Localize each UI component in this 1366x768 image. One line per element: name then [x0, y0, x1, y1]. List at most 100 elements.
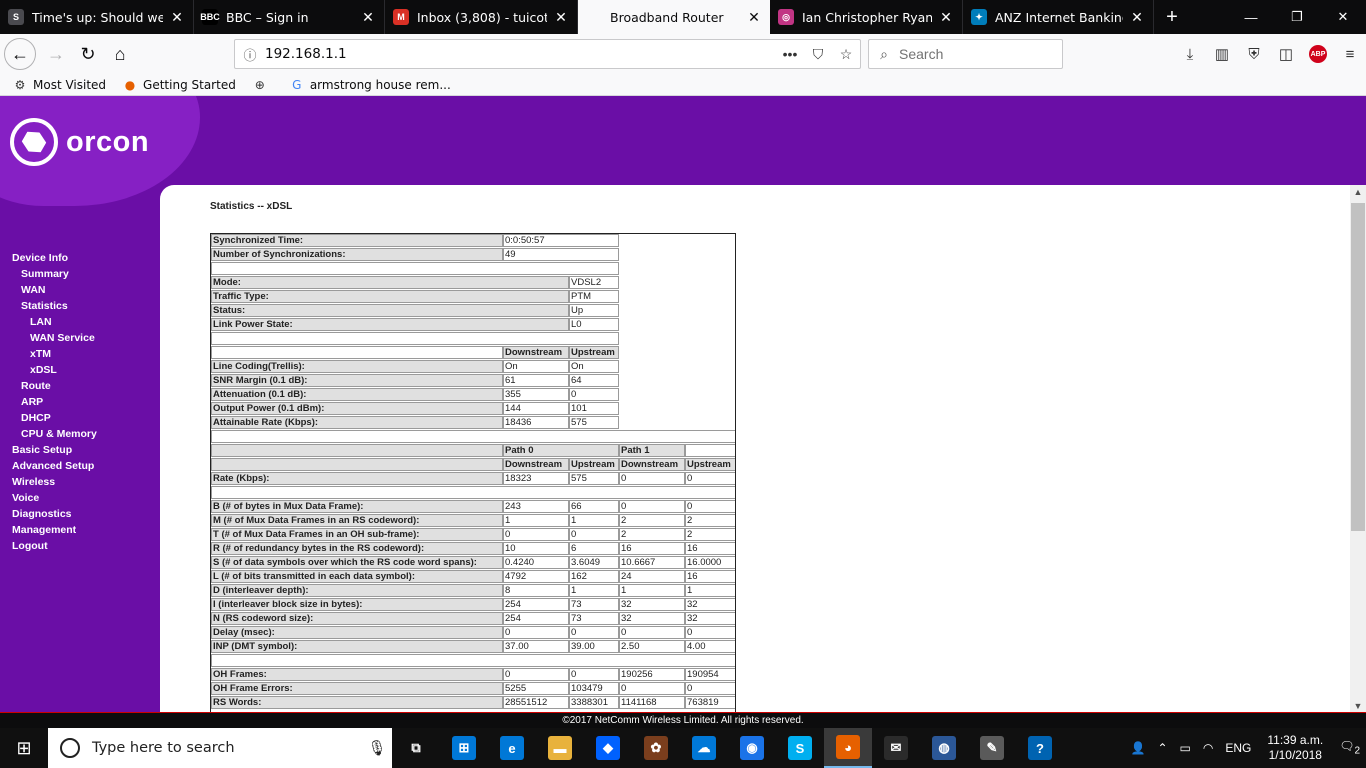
menu-item-cpu-memory[interactable]: CPU & Memory	[12, 426, 152, 442]
taskbar-app[interactable]: e	[488, 728, 536, 768]
microphone-icon[interactable]: 🎙	[362, 739, 392, 757]
bookmark-item[interactable]: Garmstrong house rem...	[289, 77, 451, 93]
browser-tab[interactable]: S Time's up: Should we end ✕	[0, 0, 194, 34]
taskbar-app[interactable]: ▬	[536, 728, 584, 768]
browser-tab[interactable]: Broadband Router ✕	[578, 0, 770, 34]
menu-item-advanced-setup[interactable]: Advanced Setup	[12, 458, 152, 474]
menu-item-voice[interactable]: Voice	[12, 490, 152, 506]
column-header: Downstream	[619, 458, 685, 471]
menu-item-wan[interactable]: WAN	[12, 282, 152, 298]
menu-item-wireless[interactable]: Wireless	[12, 474, 152, 490]
taskbar-app[interactable]: ✿	[632, 728, 680, 768]
menu-item-basic-setup[interactable]: Basic Setup	[12, 442, 152, 458]
scroll-down-icon[interactable]: ▼	[1350, 699, 1366, 713]
menu-item-xtm[interactable]: xTM	[12, 346, 152, 362]
taskbar-app[interactable]: ✉	[872, 728, 920, 768]
bookmark-item[interactable]: ● Getting Started	[122, 77, 236, 93]
browser-tab[interactable]: ◎ Ian Christopher Ryan (@ ✕	[770, 0, 963, 34]
bookmark-star-icon[interactable]: ☆	[832, 46, 860, 63]
taskbar-app[interactable]: S	[776, 728, 824, 768]
stat-value: 1	[569, 584, 619, 597]
menu-item-route[interactable]: Route	[12, 378, 152, 394]
home-button[interactable]: ⌂	[104, 38, 136, 70]
people-icon[interactable]: 👤	[1125, 741, 1152, 755]
reload-button[interactable]: ↻	[72, 38, 104, 70]
menu-item-diagnostics[interactable]: Diagnostics	[12, 506, 152, 522]
url-bar[interactable]: ⓘ 192.168.1.1 ••• ⛉ ☆	[234, 39, 861, 69]
tab-close-icon[interactable]: ✕	[1129, 9, 1145, 26]
stat-label: N (RS codeword size):	[211, 612, 503, 625]
bookmark-item[interactable]: ⊕	[252, 77, 273, 93]
adblock-icon[interactable]: ABP	[1309, 45, 1327, 63]
tab-close-icon[interactable]: ✕	[938, 9, 954, 26]
battery-icon[interactable]: ▭	[1174, 741, 1197, 755]
shield-icon[interactable]: ⛨	[1238, 38, 1270, 70]
library-icon[interactable]: ▥	[1206, 38, 1238, 70]
stat-value: 190256	[619, 668, 685, 681]
sidebar-icon[interactable]: ◫	[1270, 38, 1302, 70]
menu-item-lan[interactable]: LAN	[12, 314, 152, 330]
site-info-icon[interactable]: ⓘ	[235, 45, 265, 64]
taskbar-app[interactable]: ☁	[680, 728, 728, 768]
stat-value: 5255	[503, 682, 569, 695]
spacer-row	[211, 430, 735, 444]
menu-item-management[interactable]: Management	[12, 522, 152, 538]
browser-tab[interactable]: M Inbox (3,808) - tuicottage ✕	[385, 0, 578, 34]
taskbar-app[interactable]: ⧉	[392, 728, 440, 768]
taskbar-search[interactable]: Type here to search 🎙	[48, 728, 392, 768]
stat-value: 0	[619, 626, 685, 639]
taskbar-app[interactable]: ◍	[920, 728, 968, 768]
window-close-icon[interactable]: ✕	[1320, 0, 1366, 34]
network-globe-icon: ◍	[932, 736, 956, 760]
menu-item-device-info[interactable]: Device Info	[12, 250, 152, 266]
menu-item-xdsl[interactable]: xDSL	[12, 362, 152, 378]
paint-icon: ✿	[644, 736, 668, 760]
column-header: Upstream	[685, 458, 735, 471]
path-header: Path 0	[503, 444, 619, 457]
taskbar-app[interactable]: ✎	[968, 728, 1016, 768]
new-tab-button[interactable]: +	[1154, 0, 1190, 34]
tab-close-icon[interactable]: ✕	[746, 9, 762, 26]
dropbox-icon: ◆	[596, 736, 620, 760]
clock[interactable]: 11:39 a.m. 1/10/2018	[1257, 733, 1333, 763]
menu-item-arp[interactable]: ARP	[12, 394, 152, 410]
back-button[interactable]: ←	[4, 38, 36, 70]
browser-tab[interactable]: ✦ ANZ Internet Banking ✕	[963, 0, 1154, 34]
tab-close-icon[interactable]: ✕	[169, 9, 185, 26]
menu-item-summary[interactable]: Summary	[12, 266, 152, 282]
taskbar-app[interactable]: ?	[1016, 728, 1064, 768]
taskbar-app[interactable]: ◆	[584, 728, 632, 768]
orcon-logo-icon	[10, 118, 58, 166]
menu-item-logout[interactable]: Logout	[12, 538, 152, 554]
page-scrollbar[interactable]: ▲ ▼	[1350, 185, 1366, 713]
taskbar-app[interactable]: ◕	[824, 728, 872, 768]
tab-close-icon[interactable]: ✕	[360, 9, 376, 26]
table-row: D (interleaver depth): 8 1 1 1	[211, 584, 735, 598]
url-text[interactable]: 192.168.1.1	[265, 46, 776, 62]
notification-icon[interactable]: 🗨2	[1333, 739, 1366, 756]
tab-close-icon[interactable]: ✕	[553, 9, 569, 26]
menu-icon[interactable]: ≡	[1334, 38, 1366, 70]
wifi-icon[interactable]: ◠	[1197, 741, 1219, 755]
scroll-up-icon[interactable]: ▲	[1350, 185, 1366, 199]
language-indicator[interactable]: ENG	[1219, 741, 1257, 755]
menu-item-wan-service[interactable]: WAN Service	[12, 330, 152, 346]
start-button[interactable]: ⊞	[0, 728, 48, 768]
firefox-icon: ◕	[836, 735, 860, 759]
minimize-icon[interactable]: —	[1228, 0, 1274, 34]
pocket-icon[interactable]: ⛉	[804, 46, 832, 63]
forward-button[interactable]: →	[40, 38, 72, 70]
menu-item-dhcp[interactable]: DHCP	[12, 410, 152, 426]
scrollbar-thumb[interactable]	[1351, 203, 1365, 531]
menu-item-statistics[interactable]: Statistics	[12, 298, 152, 314]
browser-tab[interactable]: BBC BBC – Sign in ✕	[194, 0, 385, 34]
taskbar-app[interactable]: ◉	[728, 728, 776, 768]
taskbar-app[interactable]: ⊞	[440, 728, 488, 768]
tray-chevron-icon[interactable]: ⌃	[1151, 741, 1173, 755]
downloads-icon[interactable]: ⤓	[1174, 38, 1206, 70]
taskbar-apps: ⧉ ⊞ e ▬ ◆ ✿ ☁ ◉ S ◕ ✉ ◍ ✎?	[392, 728, 1064, 768]
search-input[interactable]: ⌕ Search	[868, 39, 1063, 69]
bookmark-item[interactable]: ⚙ Most Visited	[12, 77, 106, 93]
page-actions-icon[interactable]: •••	[776, 46, 804, 62]
restore-icon[interactable]: ❐	[1274, 0, 1320, 34]
